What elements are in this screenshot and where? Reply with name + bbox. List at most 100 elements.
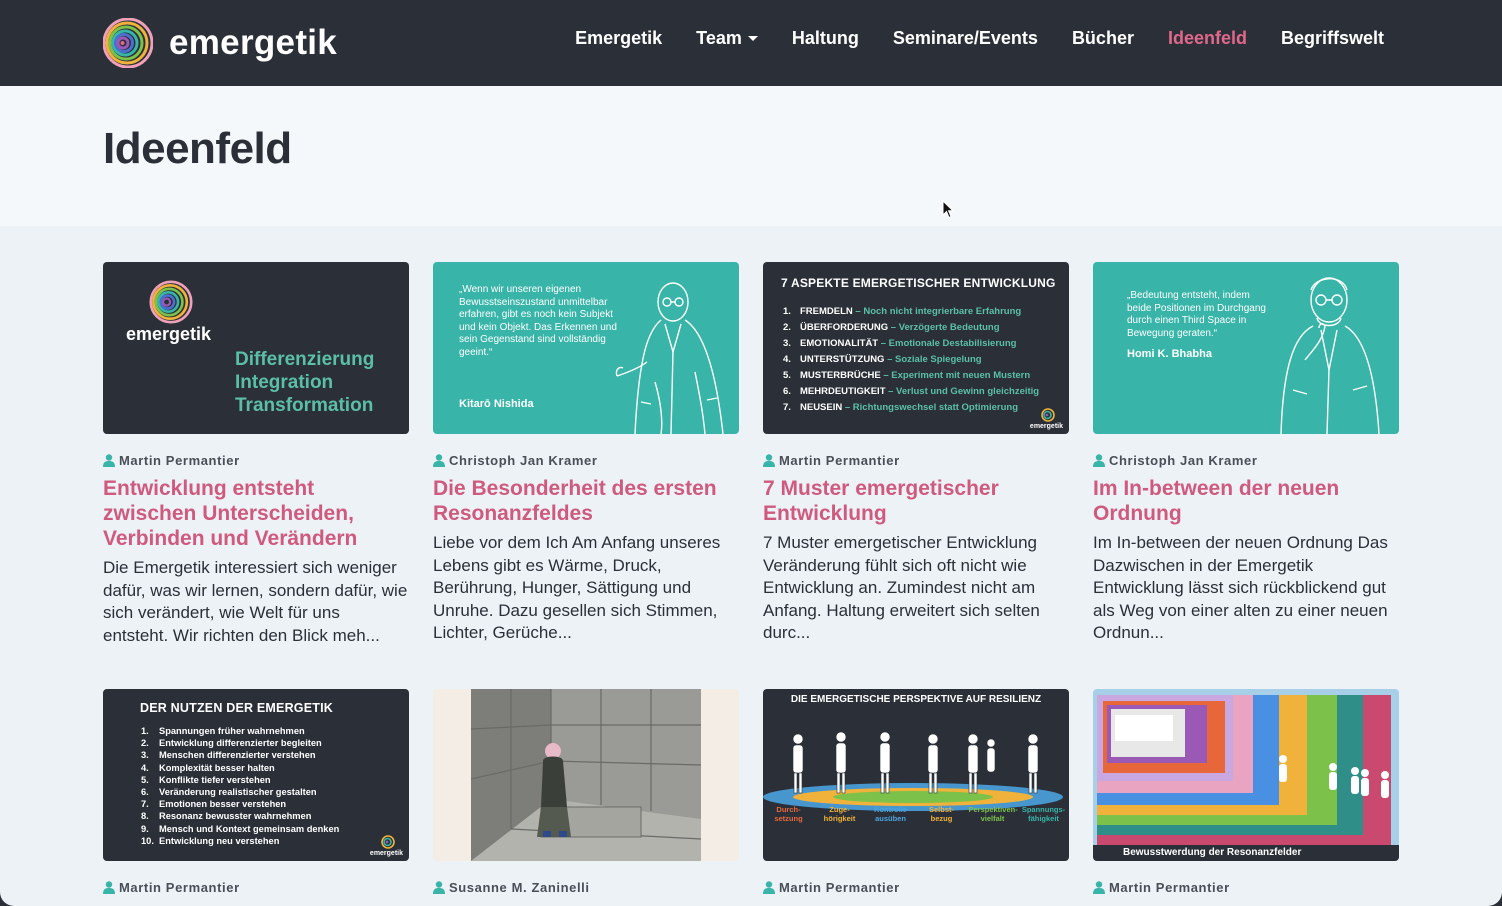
nav-item-ideenfeld[interactable]: Ideenfeld [1168,28,1247,49]
thumb-list-item: 8. Resonanz bewusster wahrnehmen [141,810,339,822]
post-card[interactable]: emergetik Differenzierung Integration Tr… [103,262,409,647]
post-thumbnail[interactable]: 7 ASPEKTE EMERGETISCHER ENTWICKLUNG 1. FR… [763,262,1069,434]
post-author: Martin Permantier [1093,879,1399,895]
post-title-link[interactable]: 7 Muster emergetischer Entwicklung [763,476,1069,526]
post-title-link[interactable]: Entwicklung entsteht zwischen Unterschei… [103,476,409,551]
emergetik-logo-icon [103,18,153,68]
post-thumbnail[interactable]: Bewusstwerdung der Resonanzfelder [1093,689,1399,861]
post-card[interactable]: DER NUTZEN DER EMERGETIK 1. Spannungen fr… [103,689,409,895]
thumb-quote-author: Kitarō Nishida [459,398,534,410]
thumb-list-item: 9. Mensch und Kontext gemeinsam denken [141,823,339,835]
thumb-caption: Bewusstwerdung der Resonanzfelder [1123,847,1302,858]
post-author: Martin Permantier [103,879,409,895]
portrait-illustration-icon [1280,277,1380,434]
nav-item-haltung[interactable]: Haltung [792,28,859,49]
user-icon [103,453,115,467]
thumb-list-number: 10. [141,835,154,846]
emergetik-logo-icon [149,280,193,324]
post-card[interactable]: „Wenn wir unseren eigenen Bewusstseinszu… [433,262,739,645]
post-thumbnail[interactable]: emergetik Differenzierung Integration Tr… [103,262,409,434]
thumb-list-desc: – Verzögerte Bedeutung [888,322,1000,333]
brand-name: emergetik [169,23,338,62]
post-card[interactable]: 7 ASPEKTE EMERGETISCHER ENTWICKLUNG 1. FR… [763,262,1069,645]
thumb-list-number: 8. [141,811,149,822]
brand-logo-link[interactable]: emergetik [103,18,337,68]
post-author-name: Martin Permantier [119,452,240,468]
user-icon [1093,880,1105,894]
thumb-list-label: NEUSEIN [800,402,843,413]
hero-wave-divider [0,190,1502,220]
thumb-list-desc: – Richtungswechsel statt Optimierung [842,402,1019,413]
nav-item-begriffswelt[interactable]: Begriffswelt [1281,28,1384,49]
nav-item-team[interactable]: Team [696,28,758,49]
resilience-columns: Durch- setzung Zuge- hörigkeit Kontrolle… [763,805,1069,823]
post-card[interactable]: Bewusstwerdung der Resonanzfelder Martin… [1093,689,1399,895]
post-excerpt: Die Emergetik interessiert sich weniger … [103,558,408,645]
thumb-list-desc: – Experiment mit neuen Mustern [880,370,1031,381]
thumb-list-desc: – Emotionale Destabilisierung [878,338,1017,349]
thumb-list-item: 6. MEHRDEUTIGKEIT – Verlust und Gewinn gl… [783,384,1039,400]
thumb-list-item: 7. Emotionen besser verstehen [141,798,339,810]
thumb-list-label: Menschen differenzierter verstehen [159,750,316,761]
thumb-list-number: 6. [141,787,149,798]
post-author-name: Christoph Jan Kramer [449,452,598,468]
thumb-list-number: 1. [783,306,791,317]
thumb-keyword: Differenzierung [235,349,375,370]
post-author-name: Martin Permantier [1109,879,1230,895]
thumb-list-label: EMOTIONALITÄT [800,338,879,349]
nav-item-buecher[interactable]: Bücher [1072,28,1134,49]
page: emergetik Emergetik Team Haltung Seminar… [0,0,1502,906]
thumb-keyword: Transformation [235,395,374,416]
post-thumbnail[interactable]: DIE EMERGETISCHE PERSPEKTIVE AUF RESILIE… [763,689,1069,861]
post-author-name: Susanne M. Zaninelli [449,879,590,895]
thumb-list-number: 4. [141,762,149,773]
post-thumbnail[interactable]: DER NUTZEN DER EMERGETIK 1. Spannungen fr… [103,689,409,861]
user-icon [433,880,445,894]
thumb-quote-author: Homi K. Bhabha [1127,348,1212,360]
resilience-column-label: Perspektiven- vielfalt [968,805,1018,823]
thumb-list-label: Spannungen früher wahrnehmen [159,726,305,736]
post-author: Martin Permantier [103,452,409,468]
post-author: Christoph Jan Kramer [433,452,739,468]
post-card[interactable]: DIE EMERGETISCHE PERSPEKTIVE AUF RESILIE… [763,689,1069,895]
thumb-list-item: 5. MUSTERBRÜCHE – Experiment mit neuen Mu… [783,368,1039,384]
thumb-list-item: 5. Konflikte tiefer verstehen [141,774,339,786]
page-title: Ideenfeld [103,124,292,173]
thumb-brand-text: emergetik [369,850,403,857]
thumb-list-label: Resonanz bewusster wahrnehmen [159,811,312,822]
post-title-link[interactable]: Im In-between der neuen Ordnung [1093,476,1399,526]
thumb-list-item: 4. UNTERSTÜTZUNG – Soziale Spiegelung [783,352,1039,368]
resonance-fields-diagram [1093,695,1399,861]
thumb-list-label: MEHRDEUTIGKEIT [800,386,886,397]
nav-item-emergetik[interactable]: Emergetik [575,28,662,49]
post-excerpt: Liebe vor dem Ich Am Anfang unseres Lebe… [433,533,721,642]
user-icon [763,880,775,894]
thumb-list-number: 2. [783,322,791,333]
post-title-link[interactable]: Die Besonderheit des ersten Resonanzfeld… [433,476,739,526]
post-author: Christoph Jan Kramer [1093,452,1399,468]
thumb-list-item: 4. Komplexität besser halten [141,762,339,774]
thumb-list-item: 2. Entwicklung differenzierter begleiten [141,737,339,749]
nav-item-seminare-events[interactable]: Seminare/Events [893,28,1038,49]
resilience-column-label: Kontrolle ausüben [874,805,907,823]
thumb-list-number: 5. [783,370,791,381]
thumb-list-item: 3. EMOTIONALITÄT – Emotionale Destabilisi… [783,336,1039,352]
thumb-list-label: Entwicklung neu verstehen [159,835,280,846]
thumb-list-item: 1. FREMDELN – Noch nicht integrierbare Er… [783,304,1039,320]
post-thumbnail[interactable]: „Bedeutung entsteht, indem beide Positio… [1093,262,1399,434]
emergetik-logo-icon [1041,408,1055,422]
resilience-column-label: Selbst- bezug [928,805,954,823]
post-card[interactable]: Susanne M. Zaninelli [433,689,739,895]
thumb-list-label: MUSTERBRÜCHE [800,370,881,381]
post-thumbnail[interactable]: „Wenn wir unseren eigenen Bewusstseinszu… [433,262,739,434]
resilience-column-label: Spannungs- fähigkeit [1021,805,1066,823]
thumb-list-label: Entwicklung differenzierter begleiten [159,738,322,749]
post-thumbnail[interactable] [433,689,739,861]
post-card[interactable]: „Bedeutung entsteht, indem beide Positio… [1093,262,1399,645]
caret-down-icon [747,36,758,41]
thumb-list-label: Komplexität besser halten [159,762,275,773]
thumb-list-label: UNTERSTÜTZUNG [800,354,885,365]
post-author-name: Martin Permantier [119,879,240,895]
thumb-list-item: 3. Menschen differenzierter verstehen [141,749,339,761]
thumb-list-item: 6. Veränderung realistischer gestalten [141,786,339,798]
